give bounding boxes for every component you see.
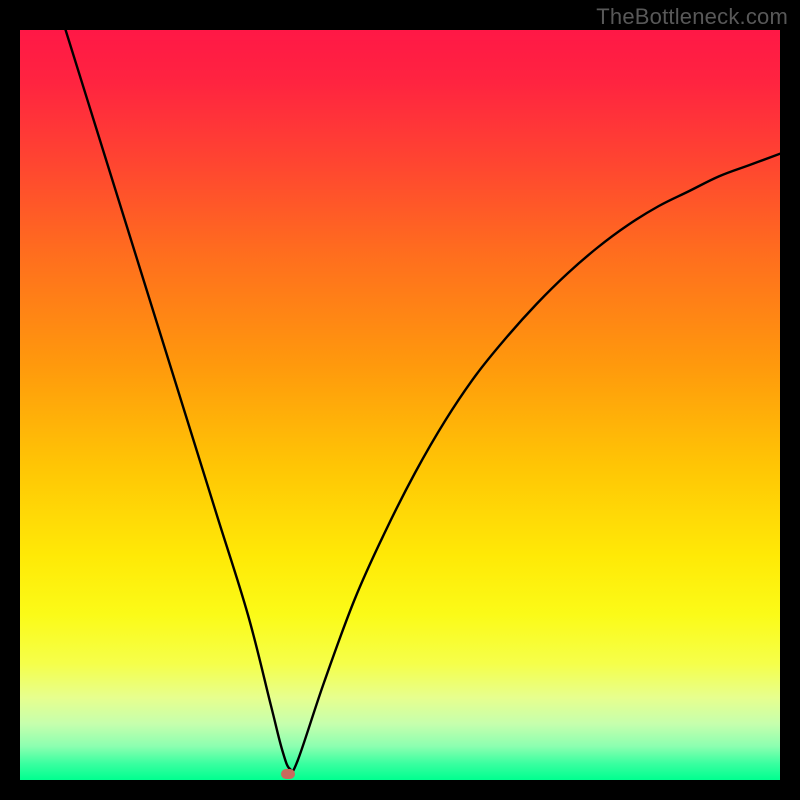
watermark-text: TheBottleneck.com: [596, 4, 788, 30]
bottleneck-curve: [20, 30, 780, 780]
plot-area: [20, 30, 780, 780]
chart-frame: TheBottleneck.com: [0, 0, 800, 800]
optimal-point-marker: [281, 769, 295, 779]
